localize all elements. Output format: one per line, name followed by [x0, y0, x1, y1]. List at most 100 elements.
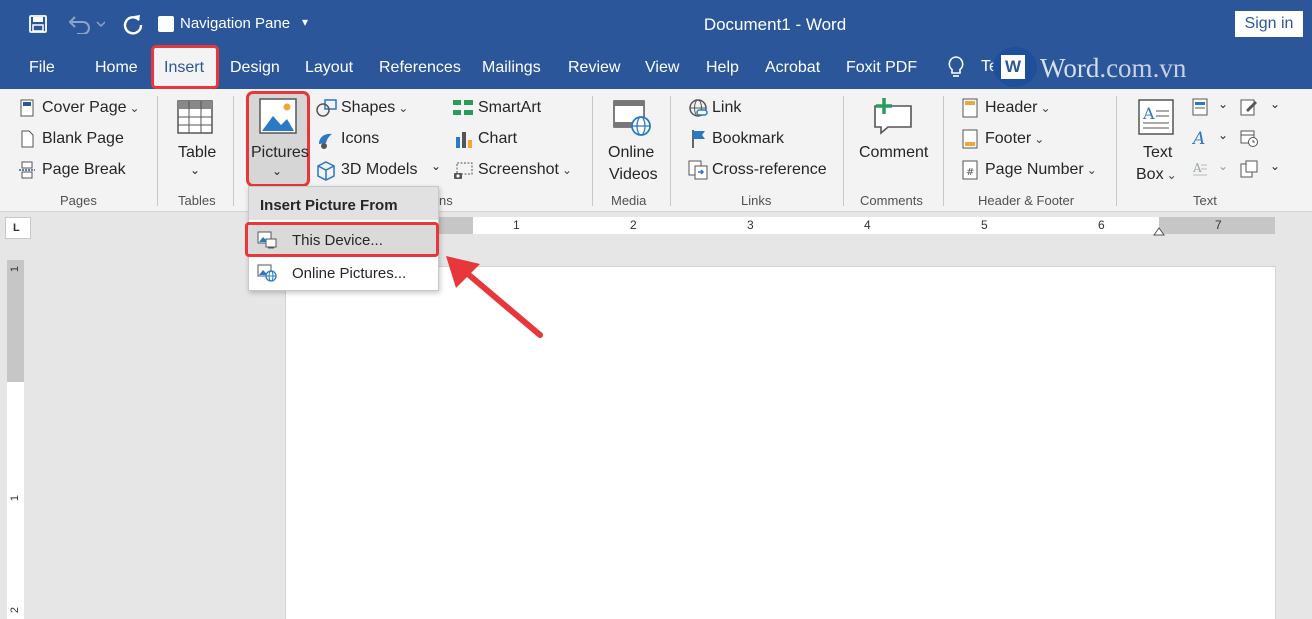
tab-layout[interactable]: Layout — [305, 59, 353, 77]
tab-view[interactable]: View — [645, 59, 679, 77]
comment-icon — [874, 98, 912, 135]
tab-foxit-pdf[interactable]: Foxit PDF — [846, 59, 917, 77]
indent-marker-icon[interactable] — [1153, 226, 1165, 236]
tab-review[interactable]: Review — [568, 59, 620, 77]
footer-button[interactable]: Footer ⌄ — [985, 130, 1044, 148]
page-break-button[interactable]: Page Break — [42, 161, 126, 179]
tab-insert-label: Insert — [164, 59, 205, 76]
sign-in-button[interactable]: Sign in — [1235, 11, 1303, 37]
signature-line-icon[interactable] — [1240, 98, 1258, 116]
chart-icon — [456, 132, 472, 148]
date-time-icon[interactable] — [1240, 129, 1258, 147]
pictures-label: Pictures — [251, 144, 309, 161]
group-separator — [157, 96, 158, 206]
link-button[interactable]: Link — [712, 99, 741, 117]
object-icon[interactable] — [1240, 160, 1258, 178]
text-box-button[interactable]: Text — [1143, 144, 1172, 162]
ruler-number: 1 — [513, 218, 520, 232]
chevron-down-icon[interactable]: ⌄ — [1218, 97, 1228, 111]
cross-reference-icon — [688, 160, 708, 180]
device-icon — [257, 231, 277, 249]
lightbulb-icon[interactable] — [946, 55, 966, 79]
page-number-icon: # — [962, 160, 978, 180]
watermark-logo-icon: W — [993, 47, 1037, 87]
ruler-number: 1 — [9, 494, 22, 502]
ruler-number: 1 — [9, 265, 22, 273]
quick-parts-icon[interactable] — [1192, 98, 1208, 116]
chart-button[interactable]: Chart — [478, 130, 517, 148]
svg-text:A: A — [1192, 161, 1202, 175]
bookmark-button[interactable]: Bookmark — [712, 130, 784, 148]
document-page[interactable] — [285, 266, 1276, 619]
blank-page-button[interactable]: Blank Page — [42, 130, 124, 148]
tab-acrobat[interactable]: Acrobat — [765, 59, 820, 77]
screenshot-icon — [454, 162, 473, 179]
icons-icon — [319, 133, 332, 149]
picture-icon — [259, 98, 297, 134]
wordart-icon[interactable]: A — [1192, 129, 1208, 147]
ruler-number: 2 — [9, 606, 22, 614]
group-label-comments: Comments — [860, 193, 923, 208]
ruler-number: 4 — [864, 218, 871, 232]
group-label-links: Links — [741, 193, 772, 208]
tab-references[interactable]: References — [379, 59, 461, 77]
watermark-text: Word.com.vn — [1040, 53, 1187, 83]
group-separator — [592, 96, 593, 206]
annotation-arrow-icon — [446, 256, 543, 338]
ruler-number: 5 — [981, 218, 988, 232]
tab-help[interactable]: Help — [706, 59, 739, 77]
online-pictures-icon — [257, 264, 277, 282]
cover-page-icon — [20, 99, 34, 117]
link-icon — [689, 99, 708, 117]
header-icon — [962, 98, 978, 118]
screenshot-button[interactable]: Screenshot ⌄ — [478, 161, 572, 179]
drop-cap-icon: A — [1192, 161, 1207, 176]
blank-page-icon — [21, 130, 34, 148]
tab-selector[interactable]: L — [5, 217, 31, 239]
chevron-down-icon[interactable]: ⌄ — [1218, 128, 1228, 142]
svg-text:A: A — [1142, 104, 1155, 123]
3d-models-icon — [317, 161, 335, 181]
ruler-number: 6 — [1098, 218, 1105, 232]
online-pictures-menu-item[interactable]: Online Pictures... — [248, 257, 437, 289]
tab-mailings[interactable]: Mailings — [482, 59, 541, 77]
chevron-down-icon[interactable]: ⌄ — [1270, 97, 1280, 111]
group-separator — [670, 96, 671, 206]
document-title: Document1 - Word — [703, 15, 847, 34]
comment-button[interactable]: Comment — [859, 144, 928, 162]
shapes-icon — [316, 99, 337, 117]
chevron-down-icon[interactable]: ⌄ — [431, 159, 441, 173]
tab-design[interactable]: Design — [230, 59, 280, 77]
cover-page-button[interactable]: Cover Page ⌄ — [42, 99, 140, 117]
tab-file[interactable]: File — [29, 59, 55, 77]
3d-models-button[interactable]: 3D Models — [341, 161, 417, 179]
text-box-label-2: Box ⌄ — [1136, 166, 1177, 183]
smartart-button[interactable]: SmartArt — [478, 99, 541, 117]
ruler-number: 7 — [1215, 218, 1222, 232]
group-separator — [233, 96, 234, 206]
online-videos-label-2: Videos — [609, 166, 658, 183]
bookmark-icon — [692, 130, 705, 148]
online-videos-button[interactable]: Online — [608, 144, 654, 162]
cross-reference-button[interactable]: Cross-reference — [712, 161, 827, 179]
this-device-menu-item[interactable]: This Device... — [248, 224, 437, 256]
table-button[interactable]: Table — [178, 144, 216, 162]
header-button[interactable]: Header ⌄ — [985, 99, 1051, 117]
tab-home[interactable]: Home — [95, 59, 138, 77]
svg-text:#: # — [966, 167, 974, 178]
chevron-down-icon: ⌄ — [1218, 159, 1229, 173]
chevron-down-icon[interactable]: ⌄ — [1270, 159, 1280, 173]
chevron-down-icon[interactable]: ⌄ — [272, 164, 282, 178]
ruler-number: 3 — [747, 218, 754, 232]
dropdown-header: Insert Picture From — [249, 187, 438, 220]
title-bar: Navigation Pane ▾ Document1 - Word Sign … — [0, 0, 1312, 49]
footer-icon — [962, 129, 978, 149]
group-separator — [843, 96, 844, 206]
icons-button[interactable]: Icons — [341, 130, 379, 148]
svg-text:A: A — [1192, 129, 1205, 147]
shapes-button[interactable]: Shapes ⌄ — [341, 99, 408, 117]
chevron-down-icon[interactable]: ⌄ — [190, 163, 200, 177]
table-icon — [177, 100, 213, 134]
page-number-button[interactable]: Page Number ⌄ — [985, 161, 1097, 179]
group-label-illustrations: ns — [439, 193, 453, 208]
